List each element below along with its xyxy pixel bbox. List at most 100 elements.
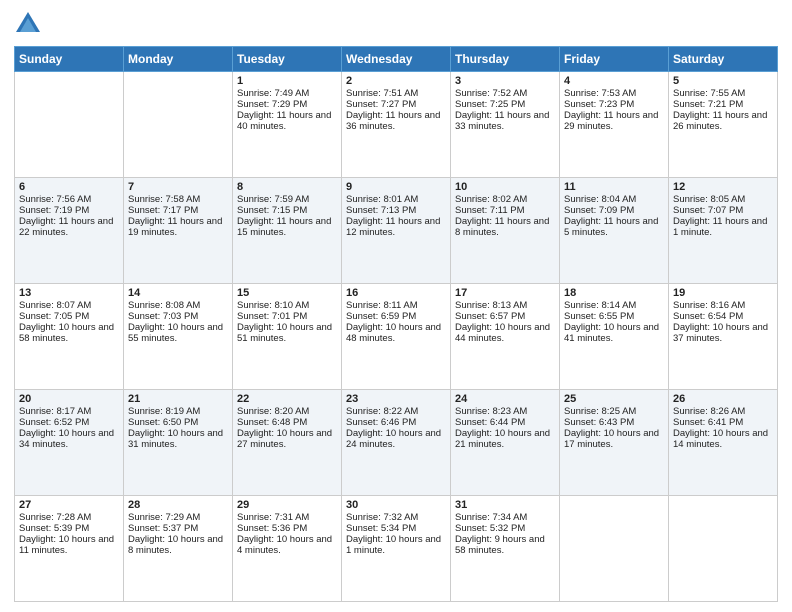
week-row-5: 27Sunrise: 7:28 AMSunset: 5:39 PMDayligh… bbox=[15, 496, 778, 602]
day-info: Sunset: 5:34 PM bbox=[346, 523, 446, 534]
day-info: Sunrise: 8:20 AM bbox=[237, 406, 337, 417]
week-row-3: 13Sunrise: 8:07 AMSunset: 7:05 PMDayligh… bbox=[15, 284, 778, 390]
day-info: Daylight: 10 hours and 41 minutes. bbox=[564, 322, 664, 344]
calendar-cell: 24Sunrise: 8:23 AMSunset: 6:44 PMDayligh… bbox=[451, 390, 560, 496]
day-info: Sunrise: 8:26 AM bbox=[673, 406, 773, 417]
day-number: 4 bbox=[564, 75, 664, 87]
day-info: Sunrise: 8:17 AM bbox=[19, 406, 119, 417]
header-cell-monday: Monday bbox=[124, 47, 233, 72]
day-info: Daylight: 11 hours and 8 minutes. bbox=[455, 216, 555, 238]
day-number: 15 bbox=[237, 287, 337, 299]
day-number: 28 bbox=[128, 499, 228, 511]
day-info: Daylight: 10 hours and 17 minutes. bbox=[564, 428, 664, 450]
day-info: Daylight: 10 hours and 55 minutes. bbox=[128, 322, 228, 344]
calendar-cell: 26Sunrise: 8:26 AMSunset: 6:41 PMDayligh… bbox=[669, 390, 778, 496]
calendar-cell: 28Sunrise: 7:29 AMSunset: 5:37 PMDayligh… bbox=[124, 496, 233, 602]
day-info: Sunrise: 7:29 AM bbox=[128, 512, 228, 523]
day-info: Daylight: 10 hours and 27 minutes. bbox=[237, 428, 337, 450]
calendar-cell: 30Sunrise: 7:32 AMSunset: 5:34 PMDayligh… bbox=[342, 496, 451, 602]
day-number: 9 bbox=[346, 181, 446, 193]
day-info: Sunrise: 8:08 AM bbox=[128, 300, 228, 311]
day-info: Sunrise: 7:34 AM bbox=[455, 512, 555, 523]
calendar-cell bbox=[669, 496, 778, 602]
day-info: Sunrise: 8:11 AM bbox=[346, 300, 446, 311]
calendar-body: 1Sunrise: 7:49 AMSunset: 7:29 PMDaylight… bbox=[15, 72, 778, 602]
day-number: 10 bbox=[455, 181, 555, 193]
day-info: Daylight: 11 hours and 36 minutes. bbox=[346, 110, 446, 132]
week-row-4: 20Sunrise: 8:17 AMSunset: 6:52 PMDayligh… bbox=[15, 390, 778, 496]
day-info: Daylight: 10 hours and 11 minutes. bbox=[19, 534, 119, 556]
day-info: Daylight: 11 hours and 33 minutes. bbox=[455, 110, 555, 132]
week-row-2: 6Sunrise: 7:56 AMSunset: 7:19 PMDaylight… bbox=[15, 178, 778, 284]
day-info: Sunset: 7:13 PM bbox=[346, 205, 446, 216]
calendar-cell: 25Sunrise: 8:25 AMSunset: 6:43 PMDayligh… bbox=[560, 390, 669, 496]
calendar-cell bbox=[15, 72, 124, 178]
day-info: Sunset: 6:59 PM bbox=[346, 311, 446, 322]
day-info: Sunrise: 8:16 AM bbox=[673, 300, 773, 311]
day-info: Sunset: 7:07 PM bbox=[673, 205, 773, 216]
day-info: Daylight: 10 hours and 8 minutes. bbox=[128, 534, 228, 556]
day-info: Sunrise: 7:59 AM bbox=[237, 194, 337, 205]
day-info: Sunrise: 8:23 AM bbox=[455, 406, 555, 417]
day-info: Daylight: 10 hours and 48 minutes. bbox=[346, 322, 446, 344]
calendar-cell: 13Sunrise: 8:07 AMSunset: 7:05 PMDayligh… bbox=[15, 284, 124, 390]
day-info: Sunset: 7:27 PM bbox=[346, 99, 446, 110]
day-info: Daylight: 10 hours and 31 minutes. bbox=[128, 428, 228, 450]
day-number: 1 bbox=[237, 75, 337, 87]
calendar-cell: 12Sunrise: 8:05 AMSunset: 7:07 PMDayligh… bbox=[669, 178, 778, 284]
day-number: 16 bbox=[346, 287, 446, 299]
day-info: Sunrise: 8:14 AM bbox=[564, 300, 664, 311]
day-number: 8 bbox=[237, 181, 337, 193]
day-info: Sunset: 7:17 PM bbox=[128, 205, 228, 216]
calendar-cell: 22Sunrise: 8:20 AMSunset: 6:48 PMDayligh… bbox=[233, 390, 342, 496]
day-info: Daylight: 11 hours and 12 minutes. bbox=[346, 216, 446, 238]
day-info: Sunset: 7:01 PM bbox=[237, 311, 337, 322]
calendar-cell: 15Sunrise: 8:10 AMSunset: 7:01 PMDayligh… bbox=[233, 284, 342, 390]
calendar-cell: 31Sunrise: 7:34 AMSunset: 5:32 PMDayligh… bbox=[451, 496, 560, 602]
day-info: Daylight: 11 hours and 40 minutes. bbox=[237, 110, 337, 132]
day-info: Daylight: 10 hours and 44 minutes. bbox=[455, 322, 555, 344]
day-info: Sunrise: 8:07 AM bbox=[19, 300, 119, 311]
day-number: 27 bbox=[19, 499, 119, 511]
day-info: Sunset: 6:44 PM bbox=[455, 417, 555, 428]
day-info: Sunset: 6:48 PM bbox=[237, 417, 337, 428]
day-number: 29 bbox=[237, 499, 337, 511]
day-info: Sunset: 7:03 PM bbox=[128, 311, 228, 322]
calendar-cell: 16Sunrise: 8:11 AMSunset: 6:59 PMDayligh… bbox=[342, 284, 451, 390]
calendar-cell: 9Sunrise: 8:01 AMSunset: 7:13 PMDaylight… bbox=[342, 178, 451, 284]
day-number: 31 bbox=[455, 499, 555, 511]
day-info: Sunrise: 8:22 AM bbox=[346, 406, 446, 417]
day-info: Sunset: 7:09 PM bbox=[564, 205, 664, 216]
day-info: Daylight: 10 hours and 34 minutes. bbox=[19, 428, 119, 450]
day-info: Daylight: 11 hours and 19 minutes. bbox=[128, 216, 228, 238]
day-info: Sunrise: 8:05 AM bbox=[673, 194, 773, 205]
day-number: 11 bbox=[564, 181, 664, 193]
day-number: 5 bbox=[673, 75, 773, 87]
logo bbox=[14, 10, 46, 38]
day-info: Sunset: 6:50 PM bbox=[128, 417, 228, 428]
calendar-cell: 8Sunrise: 7:59 AMSunset: 7:15 PMDaylight… bbox=[233, 178, 342, 284]
day-info: Sunset: 5:39 PM bbox=[19, 523, 119, 534]
day-info: Sunset: 5:37 PM bbox=[128, 523, 228, 534]
header-cell-saturday: Saturday bbox=[669, 47, 778, 72]
day-info: Sunrise: 8:01 AM bbox=[346, 194, 446, 205]
day-number: 26 bbox=[673, 393, 773, 405]
calendar-cell: 29Sunrise: 7:31 AMSunset: 5:36 PMDayligh… bbox=[233, 496, 342, 602]
calendar-cell: 19Sunrise: 8:16 AMSunset: 6:54 PMDayligh… bbox=[669, 284, 778, 390]
logo-icon bbox=[14, 10, 42, 38]
day-info: Sunrise: 7:49 AM bbox=[237, 88, 337, 99]
header-cell-thursday: Thursday bbox=[451, 47, 560, 72]
calendar-cell: 1Sunrise: 7:49 AMSunset: 7:29 PMDaylight… bbox=[233, 72, 342, 178]
day-info: Sunrise: 7:52 AM bbox=[455, 88, 555, 99]
day-info: Sunset: 7:19 PM bbox=[19, 205, 119, 216]
day-info: Sunset: 5:32 PM bbox=[455, 523, 555, 534]
calendar-cell: 17Sunrise: 8:13 AMSunset: 6:57 PMDayligh… bbox=[451, 284, 560, 390]
day-number: 14 bbox=[128, 287, 228, 299]
day-number: 6 bbox=[19, 181, 119, 193]
day-info: Daylight: 10 hours and 58 minutes. bbox=[19, 322, 119, 344]
day-info: Sunset: 6:55 PM bbox=[564, 311, 664, 322]
calendar-cell: 18Sunrise: 8:14 AMSunset: 6:55 PMDayligh… bbox=[560, 284, 669, 390]
calendar-table: SundayMondayTuesdayWednesdayThursdayFrid… bbox=[14, 46, 778, 602]
calendar-cell: 23Sunrise: 8:22 AMSunset: 6:46 PMDayligh… bbox=[342, 390, 451, 496]
day-number: 17 bbox=[455, 287, 555, 299]
